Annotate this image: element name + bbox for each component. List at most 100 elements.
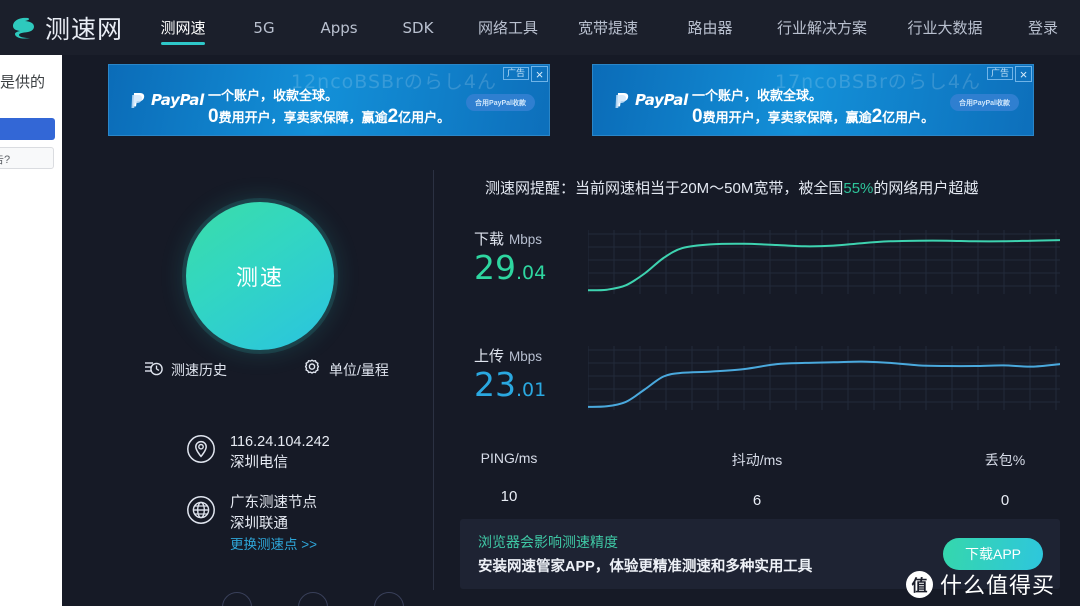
nav-item-6[interactable]: 路由器	[660, 0, 760, 55]
download-curve-svg	[588, 230, 1060, 294]
download-label: 下载	[474, 231, 505, 248]
nav-item-1[interactable]: 5G	[226, 0, 302, 55]
close-icon[interactable]: ×	[1015, 66, 1032, 82]
download-curve-line	[588, 239, 1060, 292]
history-clock-icon	[144, 358, 164, 381]
nav-items: 测网速 5G Apps SDK 网络工具 宽带提速 路由器 行业解决方案 行业大数据 登录	[140, 0, 1080, 55]
promo-subtitle: 安装网速管家APP，体验更精准测速和多种实用工具	[478, 559, 813, 575]
upload-label: 上传	[474, 348, 505, 365]
stat-1: 抖动/ms 6	[722, 450, 792, 509]
stat-key: 丢包%	[984, 452, 1026, 468]
ad-copy: 一个账户，收款全球。 0费用开户，享卖家保障，赢逾2亿用户。	[208, 87, 450, 129]
social-icon-3[interactable]	[374, 592, 404, 606]
ip-address: 116.24.104.242	[230, 434, 330, 450]
paypal-wordmark: PayPal	[635, 91, 688, 109]
ip-info-row: 116.24.104.242 深圳电信	[186, 432, 330, 474]
node-info-row: 广东测速节点 深圳联通 更换测速点 >>	[186, 493, 330, 555]
upload-curve-svg	[588, 346, 1060, 410]
ad-line1: 一个账户，收款全球。	[208, 88, 339, 103]
overlay-primary-button[interactable]	[0, 118, 55, 140]
overlay-secondary-button[interactable]: 告?	[0, 147, 54, 169]
ad-cta-button[interactable]: 合用PayPal收款	[466, 94, 535, 111]
location-pin-icon	[186, 434, 216, 464]
upload-unit: Mbps	[509, 349, 543, 364]
nav-item-label: 行业大数据	[907, 19, 983, 37]
site-logo[interactable]: 测速网	[8, 10, 140, 46]
notice-percent: 55%	[843, 180, 874, 197]
download-graph	[588, 226, 1060, 298]
download-app-button[interactable]: 下载APP	[943, 538, 1043, 570]
nav-item-label: 宽带提速	[577, 19, 638, 37]
ad-line2-suffix: 亿用户。	[882, 110, 935, 126]
social-icon-2[interactable]	[298, 592, 328, 606]
connection-info: 116.24.104.242 深圳电信 广东测速节点 深圳联通 更换测速点 >>	[186, 432, 330, 574]
ad-line2-mid: 费用开户，享卖家保障，赢逾	[702, 110, 872, 126]
quick-actions: 测速历史 单位/量程	[144, 358, 434, 382]
ad-label-tag: 广告	[986, 67, 1013, 80]
nav-item-9[interactable]: 登录	[1006, 0, 1080, 55]
nav-item-label: 行业解决方案	[776, 19, 867, 37]
start-test-button[interactable]: 测速	[186, 202, 334, 350]
ad-line2-mid: 费用开户，享卖家保障，赢逾	[218, 110, 388, 126]
node-name: 广东测速节点	[230, 495, 317, 512]
download-label-row: 下载 Mbps	[474, 228, 546, 249]
gear-icon	[302, 358, 322, 381]
bottom-social-icons	[222, 592, 404, 606]
test-history-button[interactable]: 测速历史	[144, 358, 227, 381]
paypal-logo: PayPal	[615, 91, 688, 109]
speed-dial-wrap: 测速	[186, 202, 334, 350]
paypal-wordmark: PayPal	[151, 91, 204, 109]
ad-banner-0[interactable]: 12ncoBSBrのらし4ん PayPal 一个账户，收款全球。 0费用开户，享卖家保…	[108, 64, 550, 136]
stat-2: 丢包% 0	[970, 450, 1040, 509]
latency-stats: PING/ms 10 抖动/ms 6 丢包% 0	[474, 450, 1040, 509]
nav-item-4[interactable]: 网络工具	[460, 0, 556, 55]
nav-item-5[interactable]: 宽带提速	[556, 0, 660, 55]
test-history-label: 测速历史	[171, 361, 227, 378]
ad-copy: 一个账户，收款全球。 0费用开户，享卖家保障，赢逾2亿用户。	[692, 87, 934, 129]
nav-item-2[interactable]: Apps	[302, 0, 376, 55]
stat-value: 10	[500, 488, 518, 505]
overlay-heading-fragment: 是供的	[0, 74, 46, 91]
nav-item-label: SDK	[402, 18, 434, 37]
nav-item-label: 登录	[1027, 19, 1058, 37]
watermark-text: 什么值得买	[940, 573, 1056, 598]
download-unit: Mbps	[509, 232, 543, 247]
ad-banner-1[interactable]: 17ncoBSBrのらし4ん PayPal 一个账户，收款全球。 0费用开户，享卖家保…	[592, 64, 1034, 136]
units-range-button[interactable]: 单位/量程	[302, 358, 389, 381]
nav-item-0[interactable]: 测网速	[140, 0, 226, 55]
nav-item-label: Apps	[320, 18, 358, 37]
ad-cta-button[interactable]: 合用PayPal收款	[950, 94, 1019, 111]
speedtest-s-logo-icon	[8, 13, 38, 43]
ad-line2: 0费用开户，享卖家保障，赢逾2亿用户。	[692, 104, 934, 129]
stat-value: 0	[1000, 492, 1010, 509]
result-notice: 测速网提醒：当前网速相当于20M～50M宽带，被全国55%的网络用户超越	[485, 177, 978, 198]
ip-info-text: 116.24.104.242 深圳电信	[230, 432, 330, 474]
ad-line1: 一个账户，收款全球。	[692, 88, 823, 103]
ad-line2-big: 2	[871, 106, 883, 128]
ad-line2: 0费用开户，享卖家保障，赢逾2亿用户。	[208, 104, 450, 129]
ad-banner-row: 12ncoBSBrのらし4ん PayPal 一个账户，收款全球。 0费用开户，享卖家保…	[108, 64, 1034, 136]
stat-key: PING/ms	[480, 450, 538, 466]
download-value: 29.04	[474, 251, 546, 284]
change-node-link[interactable]: 更换测速点 >>	[230, 535, 317, 555]
stat-key: 抖动/ms	[731, 452, 783, 468]
left-cutoff-overlay: 是供的 告?	[0, 55, 62, 606]
nav-item-7[interactable]: 行业解决方案	[760, 0, 884, 55]
upload-metric: 上传 Mbps 23.01	[474, 345, 546, 401]
ad-line2-suffix: 亿用户。	[398, 110, 451, 126]
start-test-label: 测速	[235, 265, 284, 290]
upload-value: 23.01	[474, 368, 546, 401]
ad-label-tag: 广告	[502, 67, 529, 80]
upload-graph	[588, 342, 1060, 414]
ad-line2-prefix: 0	[208, 106, 219, 128]
nav-item-label: 网络工具	[477, 19, 538, 37]
nav-item-3[interactable]: SDK	[376, 0, 460, 55]
social-icon-1[interactable]	[222, 592, 252, 606]
units-range-label: 单位/量程	[329, 361, 389, 378]
watermark-badge: 值	[906, 570, 933, 598]
nav-item-label: 5G	[253, 18, 275, 37]
upload-value-dec: .01	[516, 379, 547, 401]
nav-item-label: 测网速	[160, 19, 206, 37]
nav-item-8[interactable]: 行业大数据	[884, 0, 1006, 55]
close-icon[interactable]: ×	[531, 66, 548, 82]
